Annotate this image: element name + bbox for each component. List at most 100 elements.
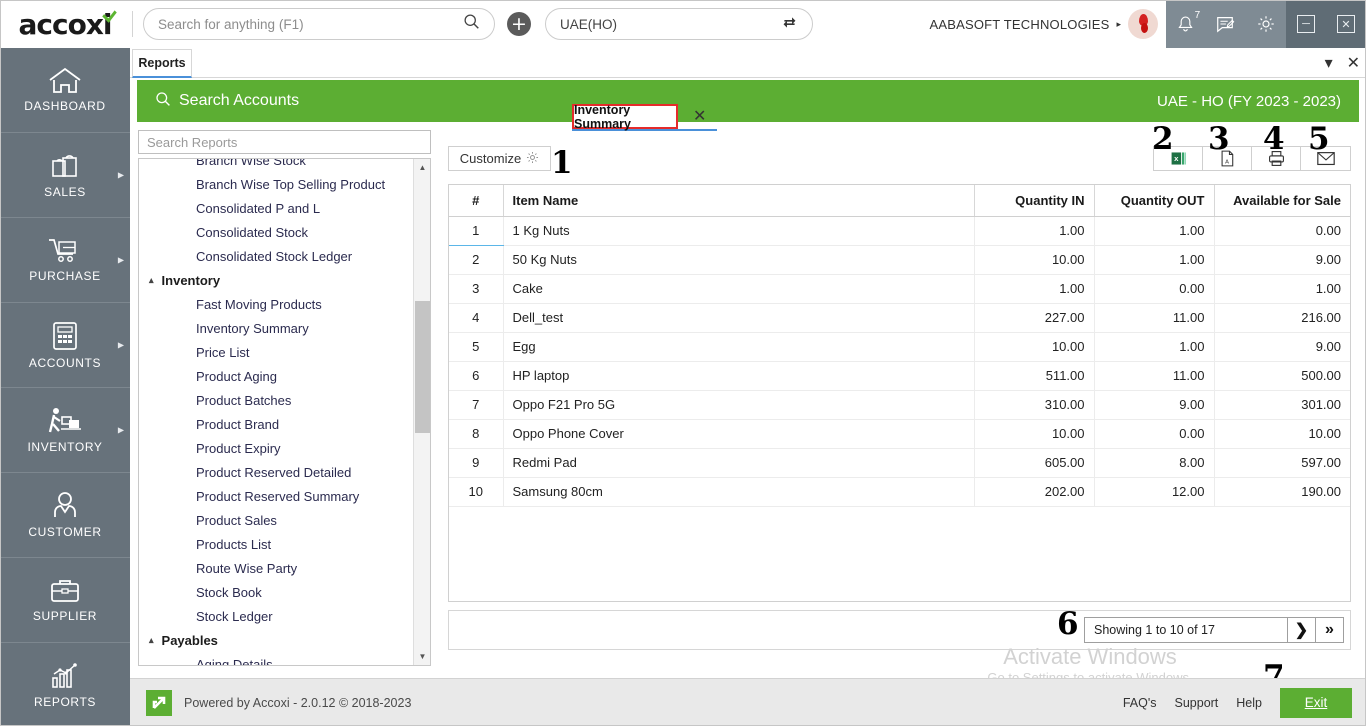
- sidebar-item-dashboard[interactable]: DASHBOARD: [0, 48, 130, 133]
- tree-group-label: Inventory: [162, 273, 221, 288]
- tree-item-6[interactable]: Fast Moving Products: [139, 292, 414, 316]
- tree-item-17[interactable]: Route Wise Party: [139, 556, 414, 580]
- shopping-bag-icon: [49, 152, 81, 180]
- sidebar-item-inventory[interactable]: INVENTORY ▶: [0, 388, 130, 473]
- tree-item-2[interactable]: Consolidated P and L: [139, 196, 414, 220]
- table-row[interactable]: 3Cake1.000.001.00: [449, 274, 1350, 303]
- row-available: 301.00: [1214, 390, 1350, 419]
- person-icon: [51, 491, 79, 520]
- tree-item-1[interactable]: Branch Wise Top Selling Product: [139, 172, 414, 196]
- faq-link[interactable]: FAQ's: [1123, 696, 1157, 710]
- tree-item-9[interactable]: Product Aging: [139, 364, 414, 388]
- sidebar-item-sales[interactable]: SALES ▶: [0, 133, 130, 218]
- exit-button[interactable]: Exit: [1280, 688, 1352, 718]
- tree-item-14[interactable]: Product Reserved Summary: [139, 484, 414, 508]
- tree-group-5[interactable]: ▴Inventory: [139, 268, 414, 292]
- help-link[interactable]: Help: [1236, 696, 1262, 710]
- tab-reports[interactable]: Reports: [132, 49, 192, 78]
- tree-item-12[interactable]: Product Expiry: [139, 436, 414, 460]
- table-row[interactable]: 6HP laptop511.0011.00500.00: [449, 361, 1350, 390]
- table-row[interactable]: 7Oppo F21 Pro 5G310.009.00301.00: [449, 390, 1350, 419]
- table-row[interactable]: 4Dell_test227.0011.00216.00: [449, 303, 1350, 332]
- table-row[interactable]: 5Egg10.001.009.00: [449, 332, 1350, 361]
- tree-item-15[interactable]: Product Sales: [139, 508, 414, 532]
- branch-selector[interactable]: UAE(HO): [545, 8, 813, 40]
- avatar[interactable]: [1128, 9, 1158, 39]
- sidebar-item-reports[interactable]: REPORTS: [0, 643, 130, 726]
- tree-item-4[interactable]: Consolidated Stock Ledger: [139, 244, 414, 268]
- sidebar-item-purchase[interactable]: PURCHASE ▶: [0, 218, 130, 303]
- report-tab-close-icon[interactable]: ✕: [693, 106, 706, 126]
- search-reports-input[interactable]: [147, 135, 422, 150]
- tree-item-8[interactable]: Price List: [139, 340, 414, 364]
- sidebar-item-accounts[interactable]: ACCOUNTS ▶: [0, 303, 130, 388]
- reports-tree-panel[interactable]: Branch Wise StockBranch Wise Top Selling…: [138, 158, 431, 666]
- tree-group-20[interactable]: ▴Payables: [139, 628, 414, 652]
- scrollbar-thumb[interactable]: [415, 301, 430, 433]
- next-page-button[interactable]: ❯: [1288, 617, 1316, 643]
- switch-branch-icon[interactable]: [781, 14, 798, 34]
- tree-item-13[interactable]: Product Reserved Detailed: [139, 460, 414, 484]
- application-window: accoxi + UAE(HO) AABASOFT TECHNOLOGIES ▸: [0, 0, 1366, 726]
- reports-tree-scrollbar[interactable]: ▲ ▼: [413, 159, 430, 665]
- minimize-button[interactable]: ─: [1297, 15, 1315, 33]
- marker-6: 6: [1057, 609, 1079, 640]
- tab-dropdown-icon[interactable]: ▾: [1325, 53, 1333, 73]
- tree-item-7[interactable]: Inventory Summary: [139, 316, 414, 340]
- column-header-qty-in[interactable]: Quantity IN: [974, 185, 1094, 216]
- tree-item-11[interactable]: Product Brand: [139, 412, 414, 436]
- notifications-button[interactable]: 7: [1176, 14, 1195, 34]
- tree-group-label: Payables: [162, 633, 218, 648]
- table-row[interactable]: 11 Kg Nuts1.001.000.00: [449, 216, 1350, 245]
- footer-left: Powered by Accoxi - 2.0.12 © 2018-2023: [130, 690, 411, 716]
- add-new-button[interactable]: +: [507, 12, 531, 36]
- inventory-summary-table: # Item Name Quantity IN Quantity OUT Ava…: [448, 184, 1351, 602]
- sidebar-label-supplier: SUPPLIER: [33, 609, 97, 623]
- reports-tree-list: Branch Wise StockBranch Wise Top Selling…: [139, 158, 414, 666]
- tree-item-10[interactable]: Product Batches: [139, 388, 414, 412]
- table-row[interactable]: 250 Kg Nuts10.001.009.00: [449, 245, 1350, 274]
- tree-item-21[interactable]: Aging Details: [139, 652, 414, 666]
- row-index: 8: [449, 419, 503, 448]
- global-search[interactable]: [143, 8, 495, 40]
- search-accounts-button[interactable]: Search Accounts: [155, 91, 299, 112]
- sidebar-label-reports: REPORTS: [34, 695, 96, 709]
- column-header-available[interactable]: Available for Sale: [1214, 185, 1350, 216]
- marker-1: 1: [551, 148, 573, 179]
- table-row[interactable]: 9Redmi Pad605.008.00597.00: [449, 448, 1350, 477]
- row-item-name: Cake: [503, 274, 974, 303]
- scroll-down-icon[interactable]: ▼: [414, 648, 431, 665]
- last-page-button[interactable]: »: [1316, 617, 1344, 643]
- row-item-name: 50 Kg Nuts: [503, 245, 974, 274]
- column-header-index[interactable]: #: [449, 185, 503, 216]
- table-row[interactable]: 8Oppo Phone Cover10.000.0010.00: [449, 419, 1350, 448]
- sidebar-item-customer[interactable]: CUSTOMER: [0, 473, 130, 558]
- customize-button[interactable]: Customize: [448, 146, 551, 171]
- scroll-up-icon[interactable]: ▲: [414, 159, 431, 176]
- tree-item-18[interactable]: Stock Book: [139, 580, 414, 604]
- search-icon[interactable]: [463, 13, 480, 35]
- report-pane: Inventory Summary ✕ Customize x A: [440, 126, 1359, 666]
- column-header-qty-out[interactable]: Quantity OUT: [1094, 185, 1214, 216]
- tab-close-icon[interactable]: ✕: [1347, 53, 1360, 73]
- row-qty-out: 1.00: [1094, 245, 1214, 274]
- row-item-name: Redmi Pad: [503, 448, 974, 477]
- messages-button[interactable]: [1215, 14, 1235, 34]
- tree-item-0[interactable]: Branch Wise Stock: [139, 158, 414, 172]
- sidebar-item-supplier[interactable]: SUPPLIER: [0, 558, 130, 643]
- marker-5: 5: [1308, 124, 1330, 155]
- tree-item-19[interactable]: Stock Ledger: [139, 604, 414, 628]
- company-selector[interactable]: AABASOFT TECHNOLOGIES ▸: [929, 9, 1166, 39]
- support-link[interactable]: Support: [1175, 696, 1219, 710]
- settings-gear-icon[interactable]: [1256, 14, 1276, 34]
- search-reports-box[interactable]: [138, 130, 431, 154]
- close-button[interactable]: ✕: [1337, 15, 1355, 33]
- report-tab-inventory-summary[interactable]: Inventory Summary: [572, 104, 678, 129]
- column-header-item-name[interactable]: Item Name: [503, 185, 974, 216]
- tree-item-3[interactable]: Consolidated Stock: [139, 220, 414, 244]
- tree-item-16[interactable]: Products List: [139, 532, 414, 556]
- sidebar-label-dashboard: DASHBOARD: [24, 99, 105, 113]
- row-qty-in: 1.00: [974, 216, 1094, 245]
- search-input[interactable]: [158, 17, 463, 32]
- table-row[interactable]: 10Samsung 80cm202.0012.00190.00: [449, 477, 1350, 506]
